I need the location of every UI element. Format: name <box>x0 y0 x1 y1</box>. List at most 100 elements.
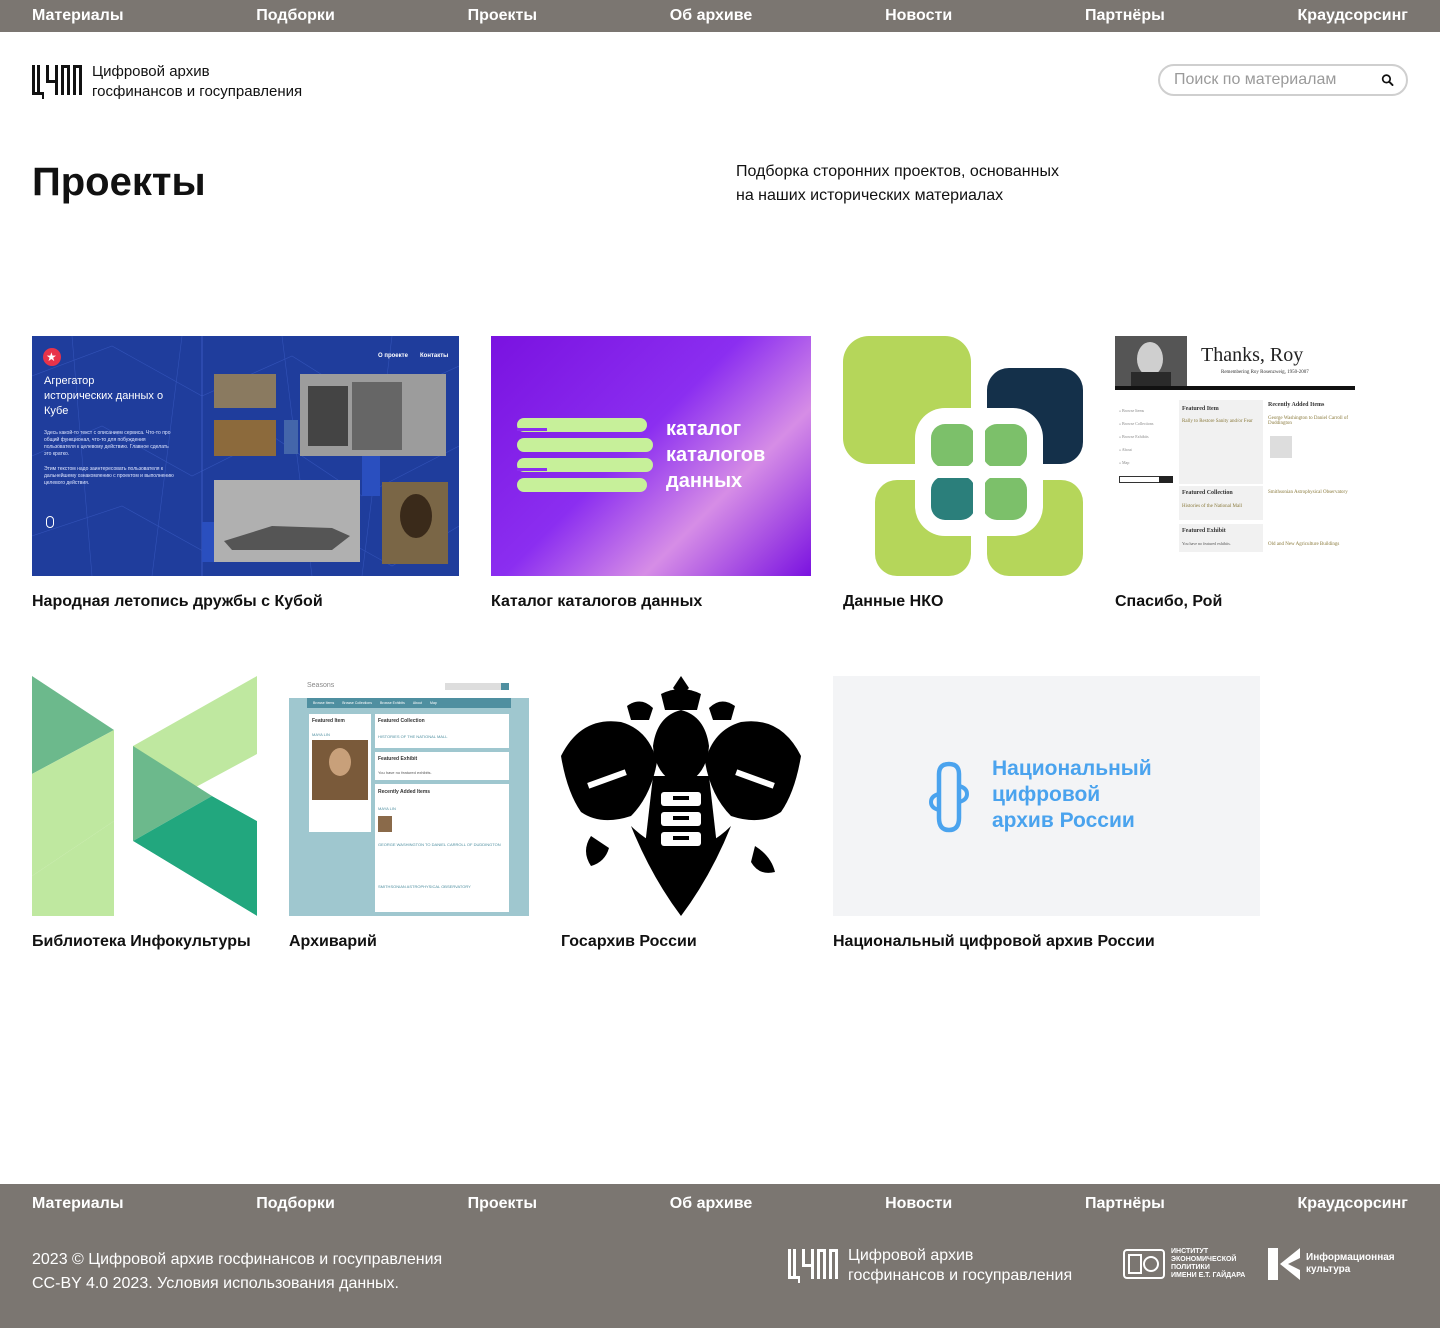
project-card-cuba[interactable]: ★ О проекте Контакты Агрегатор историчес… <box>32 336 459 616</box>
arkhivariy-site-name: Seasons <box>307 682 335 689</box>
cuba-contacts-link: Контакты <box>420 353 449 359</box>
arkhivariy-tab: Browse Collections <box>342 701 372 705</box>
project-title-nko[interactable]: Данные НКО <box>843 593 943 611</box>
catalog-logo-line-2: каталогов <box>666 444 766 466</box>
roy-nav-item: » Browse Exhibits <box>1119 434 1149 439</box>
project-card-gosarkhiv[interactable]: Госархив России <box>561 676 801 956</box>
national-archive-line-2: цифровой <box>992 783 1101 806</box>
footer-nav-collections[interactable]: Подборки <box>256 1195 335 1213</box>
footer-nav-crowdsourcing[interactable]: Краудсорсинг <box>1298 1195 1408 1213</box>
roy-featured-item-link: Rally to Restore Sanity and/or Fear <box>1182 419 1253 424</box>
project-card-nko[interactable]: Данные НКО <box>843 336 1083 616</box>
infoculture-logo-icon <box>32 676 257 916</box>
project-card-national-archive[interactable]: Национальный цифровой архив России Нацио… <box>833 676 1260 956</box>
nav-crowdsourcing[interactable]: Краудсорсинг <box>1298 7 1408 25</box>
project-thumbnail-gosarkhiv[interactable] <box>561 676 801 916</box>
arkhivariy-tab: About <box>412 701 423 705</box>
project-card-catalog[interactable]: каталог каталогов данных Каталог каталог… <box>491 336 811 616</box>
arkhivariy-tabs: Browse Items Browse Collections Browse E… <box>307 698 511 708</box>
national-archive-line-3: архив России <box>992 809 1135 832</box>
project-card-arkhivariy[interactable]: Seasons Browse Items Browse Collections … <box>289 676 529 956</box>
project-title-cuba[interactable]: Народная летопись дружбы с Кубой <box>32 593 323 611</box>
project-thumbnail-infoculture-library[interactable] <box>32 676 257 916</box>
project-card-infoculture-library[interactable]: Библиотека Инфокультуры <box>32 676 257 956</box>
search-input[interactable] <box>1174 71 1381 89</box>
roy-featured-exhibit: Featured Exhibit <box>1182 528 1226 534</box>
copyright: 2023 © Цифровой архив госфинансов и госу… <box>32 1248 442 1296</box>
arkhivariy-exhibit-text: You have no featured exhibits. <box>378 770 432 775</box>
arkhivariy-recent-item: MAYA LIN <box>378 806 396 811</box>
partner-infoculture[interactable]: Информационная культура <box>1268 1248 1395 1280</box>
infoculture-line: культура <box>1306 1264 1351 1275</box>
gaidar-institute-logo-icon <box>1123 1249 1165 1279</box>
gaidar-line: политики <box>1171 1264 1210 1271</box>
nav-collections[interactable]: Подборки <box>256 7 335 25</box>
project-title-gosarkhiv[interactable]: Госархив России <box>561 933 697 951</box>
gaidar-line: имени Е.Т. Гайдара <box>1171 1272 1246 1279</box>
nav-news[interactable]: Новости <box>885 7 952 25</box>
arkhivariy-collection-link: HISTORIES OF THE NATIONAL MALL <box>378 734 448 739</box>
project-title-infoculture-library[interactable]: Библиотека Инфокультуры <box>32 933 251 951</box>
nav-partners[interactable]: Партнёры <box>1085 7 1165 25</box>
archive-logo-icon <box>32 65 82 99</box>
logo-text: Цифровой архив госфинансов и госуправлен… <box>92 62 302 102</box>
project-thumbnail-catalog[interactable]: каталог каталогов данных <box>491 336 811 576</box>
site-footer: Материалы Подборки Проекты Об архиве Нов… <box>0 1184 1440 1328</box>
footer-nav-about[interactable]: Об архиве <box>670 1195 753 1213</box>
arkhivariy-recent-item: GEORGE WASHINGTON TO DANIEL CARROLL OF D… <box>378 842 501 847</box>
footer-logo-line-1: Цифровой архив <box>848 1247 974 1264</box>
footer-archive-logo[interactable]: Цифровой архив госфинансов и госуправлен… <box>788 1246 1072 1286</box>
nav-about[interactable]: Об архиве <box>670 7 753 25</box>
arkhivariy-featured-item: Featured Item <box>312 718 345 724</box>
nav-projects[interactable]: Проекты <box>468 7 537 25</box>
arkhivariy-person: MAYA LIN <box>312 732 330 737</box>
copyright-line-2: CC-BY 4.0 2023. Условия использования да… <box>32 1275 399 1292</box>
logo-line-2: госфинансов и госуправления <box>92 83 303 100</box>
roy-recent-items: Recently Added Items <box>1268 402 1325 408</box>
arkhivariy-recent-item: SMITHSONIAN ASTROPHYSICAL OBSERVATORY <box>378 884 471 889</box>
project-thumbnail-arkhivariy[interactable]: Seasons Browse Items Browse Collections … <box>289 676 529 916</box>
nko-logo-icon <box>843 336 1083 576</box>
project-title-national-archive[interactable]: Национальный цифровой архив России <box>833 933 1155 951</box>
site-logo[interactable]: Цифровой архив госфинансов и госуправлен… <box>32 62 302 102</box>
project-thumbnail-thanks-roy[interactable]: Thanks, Roy Remembering Roy Rosenzweig, … <box>1115 336 1355 576</box>
roy-heading: Thanks, Roy <box>1201 344 1304 366</box>
infoculture-line: Информационная <box>1306 1252 1395 1263</box>
roy-sidebar-nav: » Browse Items » Browse Collections » Br… <box>1119 404 1173 469</box>
catalog-logo-line-1: каталог <box>666 418 742 440</box>
partner-gaidar-institute[interactable]: Институт экономической политики имени Е.… <box>1123 1248 1245 1280</box>
arkhivariy-tab: Map <box>430 701 437 705</box>
project-title-thanks-roy[interactable]: Спасибо, Рой <box>1115 593 1222 611</box>
footer-nav-news[interactable]: Новости <box>885 1195 952 1213</box>
nav-materials[interactable]: Материалы <box>32 7 124 25</box>
project-thumbnail-national-archive[interactable]: Национальный цифровой архив России <box>833 676 1260 916</box>
roy-nav-item: » Browse Collections <box>1119 421 1154 426</box>
arkhivariy-featured-exhibit: Featured Exhibit <box>378 756 418 762</box>
page-title: Проекты <box>32 160 206 204</box>
roy-featured-collection: Featured Collection <box>1182 490 1233 496</box>
project-thumbnail-cuba[interactable]: ★ О проекте Контакты Агрегатор историчес… <box>32 336 459 576</box>
roy-featured-exhibit-text: You have no featured exhibits. <box>1182 541 1231 546</box>
arkhivariy-featured-collection: Featured Collection <box>378 718 425 724</box>
top-nav: Материалы Подборки Проекты Об архиве Нов… <box>0 0 1440 32</box>
project-card-thanks-roy[interactable]: Thanks, Roy Remembering Roy Rosenzweig, … <box>1115 336 1355 616</box>
footer-nav-projects[interactable]: Проекты <box>468 1195 537 1213</box>
arkhivariy-recent: Recently Added Items <box>378 789 431 795</box>
infoculture-text: Информационная культура <box>1306 1252 1395 1276</box>
catalog-logo-line-3: данных <box>666 470 743 492</box>
logo-line-1: Цифровой архив <box>92 63 210 80</box>
footer-nav-materials[interactable]: Материалы <box>32 1195 124 1213</box>
search-icon[interactable] <box>1381 71 1394 89</box>
footer-nav-partners[interactable]: Партнёры <box>1085 1195 1165 1213</box>
search-box <box>1158 64 1408 96</box>
project-thumbnail-nko[interactable] <box>843 336 1083 576</box>
footer-logo-text: Цифровой архив госфинансов и госуправлен… <box>848 1246 1072 1286</box>
project-title-catalog[interactable]: Каталог каталогов данных <box>491 593 702 611</box>
archive-logo-icon <box>788 1249 838 1283</box>
gaidar-line: Институт <box>1171 1248 1209 1255</box>
infoculture-small-logo-icon <box>1268 1248 1300 1280</box>
arkhivariy-tab: Browse Items <box>313 701 335 705</box>
cuba-heading: Агрегатор исторических данных о Кубе <box>44 375 164 417</box>
project-title-arkhivariy[interactable]: Архиварий <box>289 933 377 951</box>
roy-photo <box>1115 336 1187 388</box>
